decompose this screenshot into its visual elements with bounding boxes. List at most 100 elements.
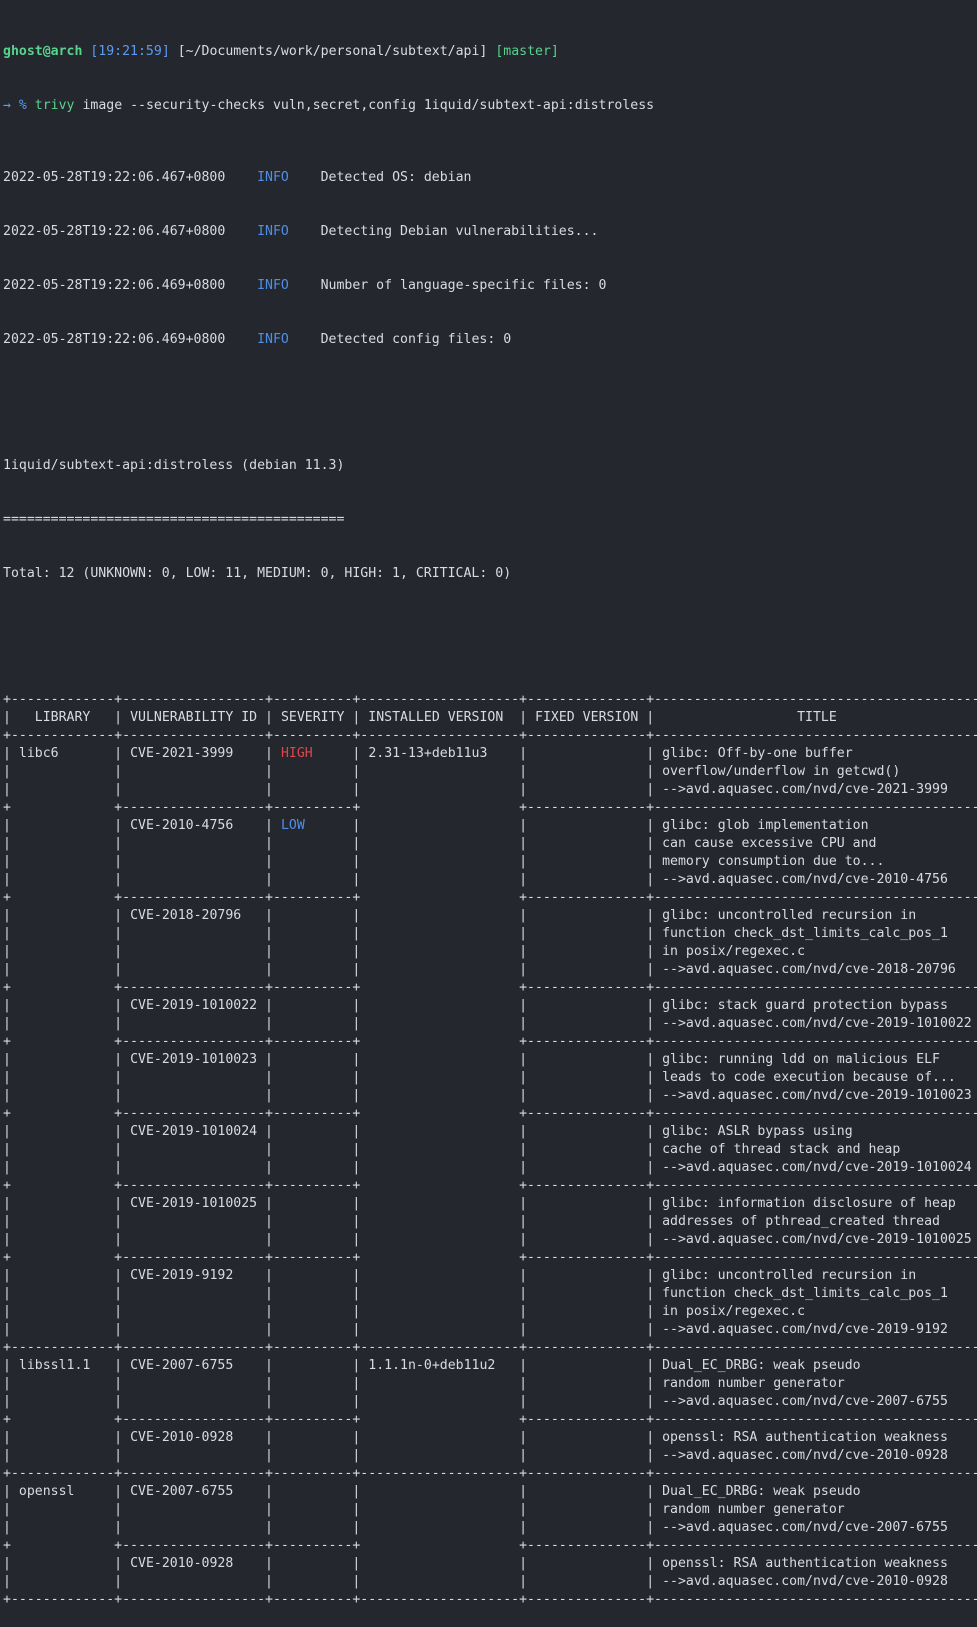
title-cell: glibc: information disclosure of heap (654, 1196, 977, 1211)
vuln-id-cell: CVE-2010-0928 (122, 1556, 266, 1571)
table-row: | | | | | | -->avd.aquasec.com/nvd/cve-2… (3, 1015, 977, 1033)
advisory-link[interactable]: -->avd.aquasec.com/nvd/cve-2018-20796 (654, 962, 977, 977)
vuln-id-cell: CVE-2019-1010024 (122, 1124, 266, 1139)
table-row: | | | | | | random number generator | (3, 1501, 977, 1519)
terminal-output: ghost@arch [19:21:59] [~/Documents/work/… (3, 7, 977, 1627)
advisory-link[interactable]: -->avd.aquasec.com/nvd/cve-2019-1010022 (654, 1016, 977, 1031)
table-row: | | | | | | in posix/regexec.c | (3, 943, 977, 961)
prompt-line: ghost@arch [19:21:59] [~/Documents/work/… (3, 43, 977, 61)
log-level: INFO (257, 224, 289, 239)
advisory-link[interactable]: -->avd.aquasec.com/nvd/cve-2007-6755 (654, 1520, 977, 1535)
advisory-link[interactable]: -->avd.aquasec.com/nvd/cve-2010-4756 (654, 872, 977, 887)
column-header: TITLE (654, 710, 977, 725)
vuln-id-cell: CVE-2010-4756 (122, 818, 266, 833)
column-header: INSTALLED VERSION (360, 710, 520, 725)
row-separator: + +------------------+----------+ +-----… (3, 1178, 977, 1193)
advisory-link[interactable]: -->avd.aquasec.com/nvd/cve-2019-1010025 (654, 1232, 977, 1247)
table-row: | | CVE-2019-1010024 | | | | glibc: ASLR… (3, 1123, 977, 1141)
severity-badge: HIGH (280, 746, 313, 761)
title-cell: glibc: stack guard protection bypass (654, 998, 977, 1013)
installed-cell: 2.31-13+deb11u3 (360, 746, 520, 761)
table-row: | | CVE-2018-20796 | | | | glibc: uncont… (3, 907, 977, 925)
title-cell: glibc: uncontrolled recursion in (654, 1268, 977, 1283)
advisory-link[interactable]: -->avd.aquasec.com/nvd/cve-2007-6755 (654, 1394, 977, 1409)
advisory-link[interactable]: -->avd.aquasec.com/nvd/cve-2021-3999 (654, 782, 977, 797)
library-cell: libssl1.1 (10, 1358, 115, 1373)
installed-cell: 1.1.1n-0+deb11u2 (360, 1358, 520, 1373)
title-cell: random number generator (654, 1376, 977, 1391)
report-underline: ========================================… (3, 512, 345, 527)
title-cell: glibc: uncontrolled recursion in (654, 908, 977, 923)
row-separator: + +------------------+----------+ +-----… (3, 1106, 977, 1121)
vuln-id-cell: CVE-2010-0928 (122, 1430, 266, 1445)
table-row: | | | | | | memory consumption due to...… (3, 853, 977, 871)
row-separator: +-------------+------------------+------… (3, 1466, 977, 1481)
command-args: image --security-checks vuln,secret,conf… (82, 98, 655, 113)
title-cell: cache of thread stack and heap (654, 1142, 977, 1157)
title-cell: in posix/regexec.c (654, 1304, 977, 1319)
log-timestamp: 2022-05-28T19:22:06.467+0800 (3, 224, 226, 239)
vuln-id-cell: CVE-2019-1010025 (122, 1196, 266, 1211)
title-cell: overflow/underflow in getcwd() (654, 764, 977, 779)
table-row: | | | | | | function check_dst_limits_ca… (3, 1285, 977, 1303)
table-row: | | CVE-2019-1010022 | | | | glibc: stac… (3, 997, 977, 1015)
table-row: | | | | | | -->avd.aquasec.com/nvd/cve-2… (3, 1159, 977, 1177)
table-row: | | | | | | -->avd.aquasec.com/nvd/cve-2… (3, 1447, 977, 1465)
row-separator: +-------------+------------------+------… (3, 1340, 977, 1355)
log-line: 2022-05-28T19:22:06.467+0800 INFO Detect… (3, 223, 977, 241)
vuln-id-cell: CVE-2007-6755 (122, 1358, 266, 1373)
title-cell: Dual_EC_DRBG: weak pseudo (654, 1358, 977, 1373)
log-message: Detecting Debian vulnerabilities... (320, 224, 599, 239)
vuln-id-cell: CVE-2019-1010022 (122, 998, 266, 1013)
table-row: | libssl1.1 | CVE-2007-6755 | | 1.1.1n-0… (3, 1357, 977, 1375)
log-line: 2022-05-28T19:22:06.469+0800 INFO Number… (3, 277, 977, 295)
vuln-id-cell: CVE-2021-3999 (122, 746, 266, 761)
advisory-link[interactable]: -->avd.aquasec.com/nvd/cve-2010-0928 (654, 1574, 977, 1589)
table-row: | | CVE-2010-0928 | | | | openssl: RSA a… (3, 1555, 977, 1573)
log-message: Number of language-specific files: 0 (320, 278, 607, 293)
log-level: INFO (257, 170, 289, 185)
vuln-id-cell: CVE-2018-20796 (122, 908, 266, 923)
title-cell: in posix/regexec.c (654, 944, 977, 959)
prompt-user-host: ghost@arch (3, 44, 83, 59)
row-separator: + +------------------+----------+ +-----… (3, 1034, 977, 1049)
vuln-id-cell: CVE-2019-9192 (122, 1268, 266, 1283)
table-row: | | CVE-2010-4756 | LOW | | | glibc: glo… (3, 817, 977, 835)
table-header-row: | LIBRARY | VULNERABILITY ID | SEVERITY … (3, 709, 977, 727)
column-header: VULNERABILITY ID (122, 710, 266, 725)
log-timestamp: 2022-05-28T19:22:06.469+0800 (3, 278, 226, 293)
title-cell: leads to code execution because of... (654, 1070, 977, 1085)
table-bottom-border: +-------------+------------------+------… (3, 1592, 977, 1607)
advisory-link[interactable]: -->avd.aquasec.com/nvd/cve-2019-9192 (654, 1322, 977, 1337)
title-cell: function check_dst_limits_calc_pos_1 (654, 1286, 977, 1301)
vuln-id-cell: CVE-2019-1010023 (122, 1052, 266, 1067)
table-row: | | | | | | -->avd.aquasec.com/nvd/cve-2… (3, 1519, 977, 1537)
column-header: FIXED VERSION (527, 710, 647, 725)
row-separator: + +------------------+----------+ +-----… (3, 1538, 977, 1553)
table-row: | | | | | | -->avd.aquasec.com/nvd/cve-2… (3, 871, 977, 889)
vulnerability-table: +-------------+------------------+------… (3, 691, 977, 1609)
prompt-path: [~/Documents/work/personal/subtext/api] (177, 44, 488, 59)
log-message: Detected OS: debian (320, 170, 472, 185)
advisory-link[interactable]: -->avd.aquasec.com/nvd/cve-2019-1010023 (654, 1088, 977, 1103)
vuln-id-cell: CVE-2007-6755 (122, 1484, 266, 1499)
prompt-branch: [master] (495, 44, 559, 59)
advisory-link[interactable]: -->avd.aquasec.com/nvd/cve-2019-1010024 (654, 1160, 977, 1175)
advisory-link[interactable]: -->avd.aquasec.com/nvd/cve-2010-0928 (654, 1448, 977, 1463)
report-total: Total: 12 (UNKNOWN: 0, LOW: 11, MEDIUM: … (3, 566, 512, 581)
table-row: | | | | | | random number generator | (3, 1375, 977, 1393)
table-row: | | CVE-2019-1010023 | | | | glibc: runn… (3, 1051, 977, 1069)
table-row: | | | | | | -->avd.aquasec.com/nvd/cve-2… (3, 1231, 977, 1249)
command-name: trivy (34, 98, 75, 113)
library-cell: libc6 (10, 746, 115, 761)
title-cell: openssl: RSA authentication weakness (654, 1430, 977, 1445)
table-row: | | | | | | -->avd.aquasec.com/nvd/cve-2… (3, 1321, 977, 1339)
command-line[interactable]: → % trivy image --security-checks vuln,s… (3, 97, 977, 115)
table-row: | | | | | | overflow/underflow in getcwd… (3, 763, 977, 781)
table-row: | | | | | | function check_dst_limits_ca… (3, 925, 977, 943)
prompt-time: [19:21:59] (90, 44, 170, 59)
table-row: | | | | | | -->avd.aquasec.com/nvd/cve-2… (3, 1393, 977, 1411)
row-separator: + +------------------+----------+ +-----… (3, 1250, 977, 1265)
log-line: 2022-05-28T19:22:06.469+0800 INFO Detect… (3, 331, 977, 349)
